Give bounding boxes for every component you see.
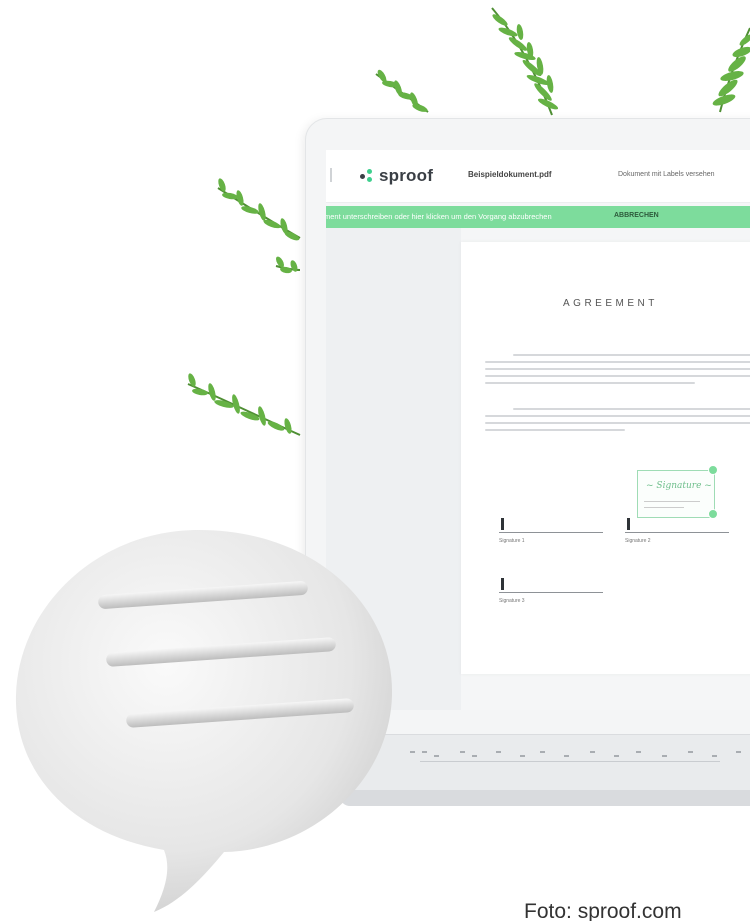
signature-label: Signature 3 xyxy=(499,598,525,604)
document-labels-link[interactable]: Dokument mit Labels versehen xyxy=(618,171,715,178)
fern-icon xyxy=(491,7,559,116)
sproof-logo-icon xyxy=(360,169,376,183)
document-page: AGREEMENT ~ Signature ~ Signature 1 Sign… xyxy=(461,242,750,674)
photo-scene: sproof Beispieldokument.pdf Dokument mit… xyxy=(0,0,750,921)
resize-handle-icon[interactable] xyxy=(708,465,718,475)
banner-message[interactable]: ment unterschreiben oder hier klicken um… xyxy=(326,212,552,221)
photo-credit: Foto: sproof.com xyxy=(524,900,682,921)
signature-field[interactable]: Signature 2 xyxy=(625,518,735,548)
fern-icon xyxy=(217,178,301,241)
cancel-button[interactable]: ABBRECHEN xyxy=(614,212,659,219)
fern-icon xyxy=(375,69,429,113)
fern-icon xyxy=(275,256,301,274)
laptop-base-front xyxy=(340,790,750,806)
fern-icon xyxy=(187,373,301,436)
signature-label: Signature 2 xyxy=(625,538,651,544)
signing-banner: ment unterschreiben oder hier klicken um… xyxy=(326,206,750,228)
speech-bubble-icon xyxy=(15,530,393,912)
menu-handle-icon[interactable] xyxy=(330,168,332,182)
document-paragraph xyxy=(485,354,750,389)
sproof-logo[interactable]: sproof xyxy=(360,166,433,186)
signature-field[interactable]: Signature 1 xyxy=(499,518,609,548)
logo-text: sproof xyxy=(379,166,434,185)
document-name: Beispieldokument.pdf xyxy=(468,170,552,179)
document-paragraph xyxy=(485,408,750,436)
signature-script: ~ Signature ~ xyxy=(646,481,712,491)
app-header: sproof Beispieldokument.pdf Dokument mit… xyxy=(326,150,750,203)
placed-signature[interactable]: ~ Signature ~ xyxy=(637,465,718,519)
keyboard-keys xyxy=(400,747,750,767)
document-title: AGREEMENT xyxy=(563,298,658,309)
signature-label: Signature 1 xyxy=(499,538,525,544)
fern-icon xyxy=(712,27,750,113)
signature-field[interactable]: Signature 3 xyxy=(499,578,609,608)
